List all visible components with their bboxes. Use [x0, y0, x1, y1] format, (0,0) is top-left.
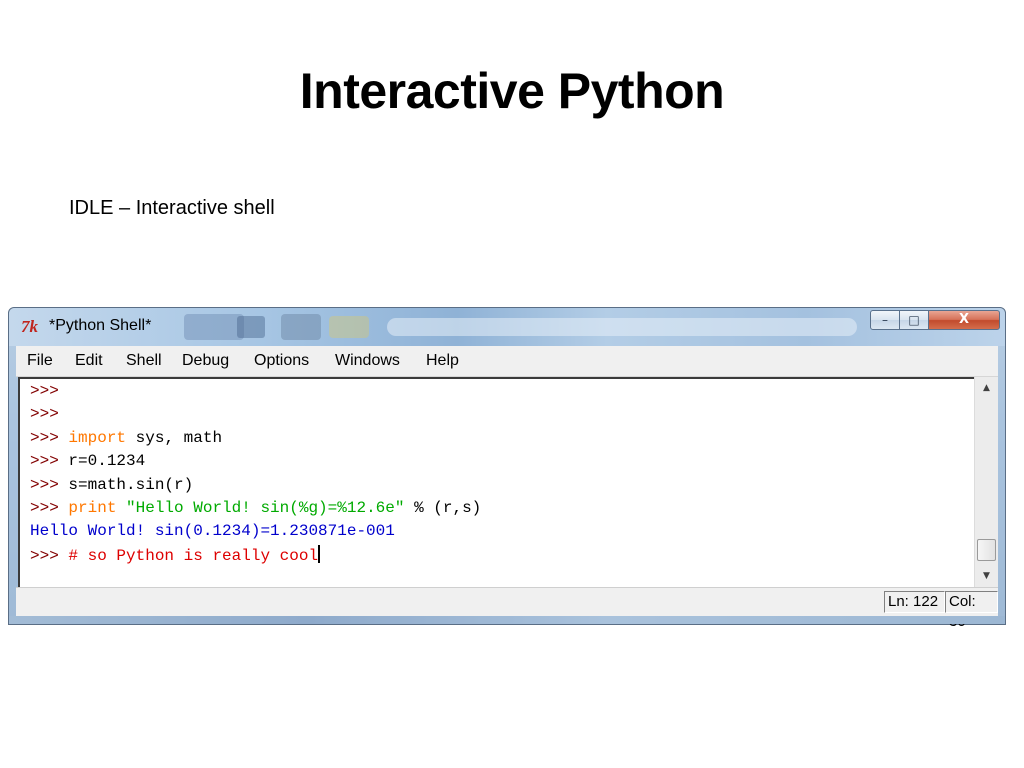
menu-windows[interactable]: Windows: [335, 352, 400, 370]
background-blur: [184, 314, 244, 340]
background-blur: [387, 318, 857, 336]
shell-token-output: Hello World! sin(0.1234)=1.230871e-001: [30, 522, 395, 541]
shell-line: Hello World! sin(0.1234)=1.230871e-001: [30, 521, 395, 541]
slide-title: Interactive Python: [299, 63, 725, 119]
scroll-down-arrow-icon[interactable]: ▼: [975, 567, 998, 585]
status-bar: Ln: 122 Col: 30: [16, 587, 998, 630]
shell-line: >>> s=math.sin(r): [30, 475, 193, 495]
menu-bar: File Edit Shell Debug Options Windows He…: [16, 346, 998, 377]
menu-file[interactable]: File: [27, 352, 53, 370]
window-titlebar[interactable]: 7k *Python Shell* – □ X: [9, 308, 1005, 346]
shell-line: >>> print "Hello World! sin(%g)=%12.6e" …: [30, 498, 481, 518]
shell-line: >>> # so Python is really cool: [30, 544, 321, 566]
slide: Interactive Python IDLE – Interactive sh…: [0, 0, 1024, 768]
window-bottom-border: [9, 616, 1005, 624]
shell-line: >>>: [30, 404, 59, 424]
shell-token-default: sys, math: [126, 428, 223, 447]
tk-app-icon[interactable]: 7k: [21, 318, 38, 335]
status-line-number: Ln: 122: [884, 591, 945, 613]
background-blur: [329, 316, 369, 338]
menu-shell[interactable]: Shell: [126, 352, 162, 370]
vertical-scrollbar[interactable]: ▲ ▼: [974, 377, 998, 587]
shell-prompt: >>>: [30, 475, 59, 494]
menu-options[interactable]: Options: [254, 352, 309, 370]
shell-token-comment: # so Python is really cool: [58, 546, 319, 565]
close-button[interactable]: X: [928, 310, 1000, 330]
shell-line: >>> import sys, math: [30, 428, 222, 448]
shell-prompt: >>>: [30, 405, 59, 424]
text-cursor: [318, 544, 321, 563]
shell-token-default: s=math.sin(r): [58, 475, 194, 494]
shell-token-default: % (r,s): [404, 499, 482, 517]
status-column-number: Col: 30: [945, 591, 998, 630]
menu-debug[interactable]: Debug: [182, 352, 229, 370]
shell-line: >>>: [30, 381, 59, 401]
scroll-up-arrow-icon[interactable]: ▲: [975, 379, 998, 397]
slide-subtitle: IDLE – Interactive shell: [69, 197, 275, 219]
scrollbar-thumb[interactable]: [977, 539, 996, 561]
shell-prompt: >>>: [30, 499, 59, 517]
background-blur: [237, 316, 265, 338]
window-title: *Python Shell*: [49, 317, 152, 334]
menu-help[interactable]: Help: [426, 352, 459, 370]
background-blur: [281, 314, 321, 340]
shell-prompt: >>>: [30, 452, 59, 471]
shell-prompt: >>>: [30, 546, 59, 565]
shell-token-default: r=0.1234: [58, 452, 146, 471]
shell-line: >>> r=0.1234: [30, 451, 145, 471]
shell-text-area[interactable]: >>> >>> >>> import sys, math >>> r=0.1234 >>…: [18, 377, 974, 587]
shell-token-string: "Hello World! sin(%g)=%12.6e": [116, 499, 405, 517]
shell-token-keyword: import: [58, 428, 127, 447]
python-shell-window: 7k *Python Shell* – □ X File Edit Shell …: [8, 307, 1006, 630]
shell-token-keyword: print: [58, 499, 117, 517]
menu-edit[interactable]: Edit: [75, 352, 103, 370]
minimize-button[interactable]: –: [870, 310, 900, 330]
shell-prompt: >>>: [30, 382, 59, 400]
maximize-button[interactable]: □: [899, 310, 929, 330]
shell-prompt: >>>: [30, 428, 59, 447]
